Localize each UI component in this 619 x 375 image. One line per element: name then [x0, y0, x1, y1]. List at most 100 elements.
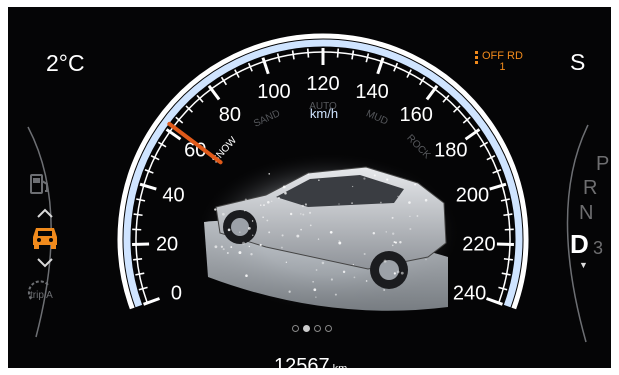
minor-tick: [501, 272, 511, 276]
speed-tick-label: 220: [462, 234, 495, 256]
snow-flake: [266, 219, 269, 222]
snow-flake: [268, 231, 271, 234]
snow-flake: [288, 290, 291, 293]
snow-flake: [245, 274, 248, 277]
snow-flake: [262, 216, 264, 219]
snow-flake: [227, 228, 231, 232]
snow-flake: [393, 272, 396, 275]
snow-flake: [396, 270, 400, 274]
snow-flake: [424, 198, 428, 202]
snow-flake: [342, 270, 346, 274]
snow-flake: [351, 202, 353, 205]
snow-flake: [307, 173, 310, 176]
snow-flake: [247, 226, 251, 230]
arrow-down-icon[interactable]: [37, 258, 53, 268]
page-dot[interactable]: [325, 325, 332, 332]
snow-flake: [285, 261, 288, 263]
snow-flake: [248, 245, 250, 248]
trip-label: trip A: [30, 290, 53, 301]
snow-flake: [353, 276, 356, 279]
gear-number: 3: [593, 238, 604, 258]
minor-tick: [133, 258, 143, 261]
snow-flake: [243, 209, 246, 212]
gear-p: P: [596, 153, 610, 175]
speed-tick-label: 100: [257, 81, 290, 103]
page-dot[interactable]: [292, 325, 299, 332]
snow-flake: [425, 258, 427, 261]
snow-flake: [309, 224, 312, 227]
snow-flake: [408, 201, 411, 204]
snow-flake: [221, 212, 225, 216]
snow-flake: [414, 183, 417, 186]
snow-flake: [321, 261, 325, 265]
page-dot[interactable]: [314, 325, 321, 332]
snow-flake: [363, 177, 366, 180]
minor-tick: [276, 53, 281, 63]
snow-flake: [226, 252, 229, 255]
terrain-mode-option: SAND: [252, 108, 282, 130]
drive-mode-indicator: S: [570, 49, 586, 75]
snow-flake: [397, 195, 399, 198]
terrain-mode-option: ROCK: [404, 133, 432, 162]
snow-flake: [267, 200, 270, 204]
minor-tick: [336, 48, 340, 58]
snow-flake: [352, 263, 354, 266]
snow-flake: [338, 241, 342, 245]
snow-flake: [312, 281, 314, 283]
snow-flake: [271, 200, 273, 202]
snow-flake: [214, 245, 218, 249]
snow-flake: [250, 253, 253, 256]
snow-flake: [281, 234, 284, 237]
snow-flake: [363, 252, 366, 255]
speed-tick-label: 160: [399, 104, 432, 126]
snow-flake: [220, 245, 224, 248]
snow-flake: [338, 240, 340, 242]
page-indicator: [292, 325, 332, 332]
minor-tick: [365, 53, 370, 63]
snow-flake: [391, 216, 394, 219]
snow-flake: [400, 271, 404, 275]
minor-tick: [503, 213, 513, 217]
arrow-up-icon[interactable]: [37, 208, 53, 218]
speed-tick-label: 120: [306, 73, 339, 95]
snow-flake: [239, 231, 241, 233]
snow-flake: [315, 296, 317, 298]
snow-flake: [289, 212, 293, 216]
terrain-mode-indicator: OFF RD 1: [475, 51, 523, 73]
minor-tick: [136, 198, 146, 202]
snow-flake: [238, 251, 242, 255]
terrain-mode-option: SNOW: [210, 135, 239, 166]
trip-reset-icon[interactable]: trip A: [25, 279, 65, 307]
fuel-pump-icon: [30, 174, 48, 194]
snow-flake: [386, 178, 389, 181]
snow-flake: [409, 228, 412, 231]
snow-flake: [300, 213, 302, 215]
odometer-unit: km: [333, 363, 348, 368]
vehicle-icon[interactable]: [30, 223, 60, 251]
speed-tick-label: 140: [355, 81, 388, 103]
snow-flake: [351, 185, 354, 188]
gear-r: R: [583, 177, 598, 199]
snow-flake: [391, 244, 394, 247]
minor-tick: [306, 48, 310, 58]
page-dot[interactable]: [303, 325, 310, 332]
terrain-mode-level: 1: [499, 61, 506, 73]
terrain-mode-option: MUD: [364, 108, 389, 127]
snow-flake: [251, 220, 254, 222]
gear-d-selected: D: [570, 229, 589, 259]
terrain-level-bar-icon: [475, 51, 478, 66]
snow-flake: [383, 288, 386, 291]
snow-flake: [409, 215, 411, 217]
snow-flake: [330, 278, 334, 281]
minor-tick: [500, 198, 510, 202]
speed-tick-label: 200: [456, 184, 489, 206]
speed-tick-label: 40: [162, 184, 184, 206]
snow-flake: [393, 241, 396, 243]
snow-flake: [301, 204, 305, 208]
snow-flake: [329, 230, 333, 234]
snow-flake: [365, 280, 368, 282]
snow-flake: [282, 185, 286, 189]
snow-flake: [385, 231, 387, 233]
speed-tick-label: 80: [219, 104, 241, 126]
speed-unit-label: km/h: [310, 106, 338, 121]
